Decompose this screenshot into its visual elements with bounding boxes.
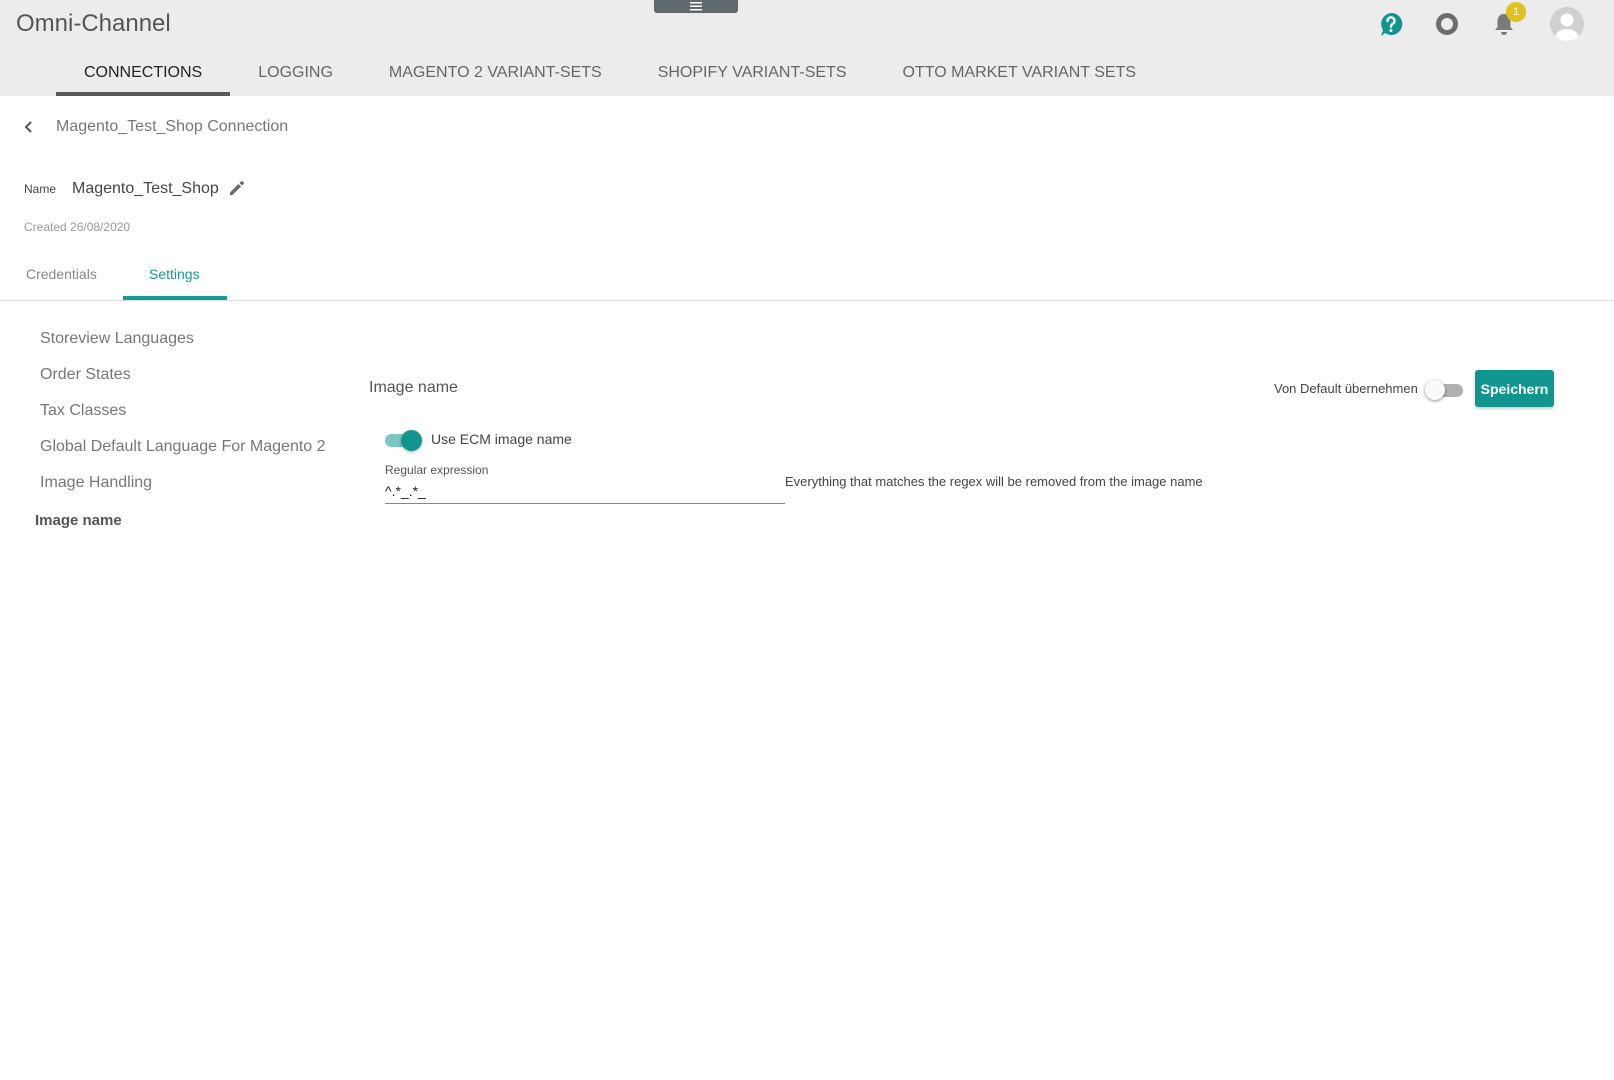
active-tab-indicator [123,296,227,300]
avatar-icon[interactable] [1549,6,1585,42]
tab-magento-2-variant-sets[interactable]: MAGENTO 2 VARIANT-SETS [361,56,630,96]
save-button[interactable]: Speichern [1475,370,1554,407]
default-toggle-knob [1425,380,1445,400]
status-ring-icon[interactable] [1433,10,1461,38]
use-ecm-label: Use ECM image name [431,431,572,447]
drawer-handle[interactable] [654,0,738,13]
page-title: Magento_Test_Shop Connection [56,118,289,135]
section-title: Image name [369,379,458,396]
sidebar-item-order-states[interactable]: Order States [40,366,131,384]
chevron-left-icon[interactable] [22,120,36,134]
menu-icon [690,2,702,11]
default-toggle[interactable] [1425,379,1463,400]
name-label: Name [24,182,57,196]
sidebar-item-global-default-language[interactable]: Global Default Language For Magento 2 [40,438,326,456]
tab-settings[interactable]: Settings [149,266,200,282]
notification-badge: 1 [1506,2,1526,22]
sub-tabs: Credentials Settings [0,256,1614,301]
use-ecm-toggle-knob [401,430,422,451]
use-ecm-toggle[interactable] [385,429,425,451]
created-date: Created 26/08/2020 [24,220,131,234]
app-header: Omni-Channel 1 CONNECTIONS LOGGING MAGEN… [0,0,1614,96]
regex-label: Regular expression [385,463,489,477]
regex-hint: Everything that matches the regex will b… [785,474,1203,489]
sidebar-item-storeview-languages[interactable]: Storeview Languages [40,330,194,348]
help-icon[interactable] [1377,10,1405,38]
default-toggle-label: Von Default übernehmen [1274,381,1418,396]
tab-connections[interactable]: CONNECTIONS [56,56,231,96]
tab-credentials[interactable]: Credentials [26,266,97,282]
back-row: Magento_Test_Shop Connection [22,118,288,136]
tab-shopify-variant-sets[interactable]: SHOPIFY VARIANT-SETS [630,56,875,96]
sidebar-item-image-name[interactable]: Image name [35,512,122,529]
tab-logging[interactable]: LOGGING [230,56,361,96]
regex-input[interactable] [385,478,785,504]
main-nav: CONNECTIONS LOGGING MAGENTO 2 VARIANT-SE… [56,56,1164,96]
sidebar-item-tax-classes[interactable]: Tax Classes [40,402,126,420]
sidebar-item-image-handling[interactable]: Image Handling [40,474,152,492]
tab-otto-market-variant-sets[interactable]: OTTO MARKET VARIANT SETS [874,56,1164,96]
pencil-icon[interactable] [227,178,247,198]
connection-name: Magento_Test_Shop [72,180,219,197]
app-title: Omni-Channel [16,10,171,37]
